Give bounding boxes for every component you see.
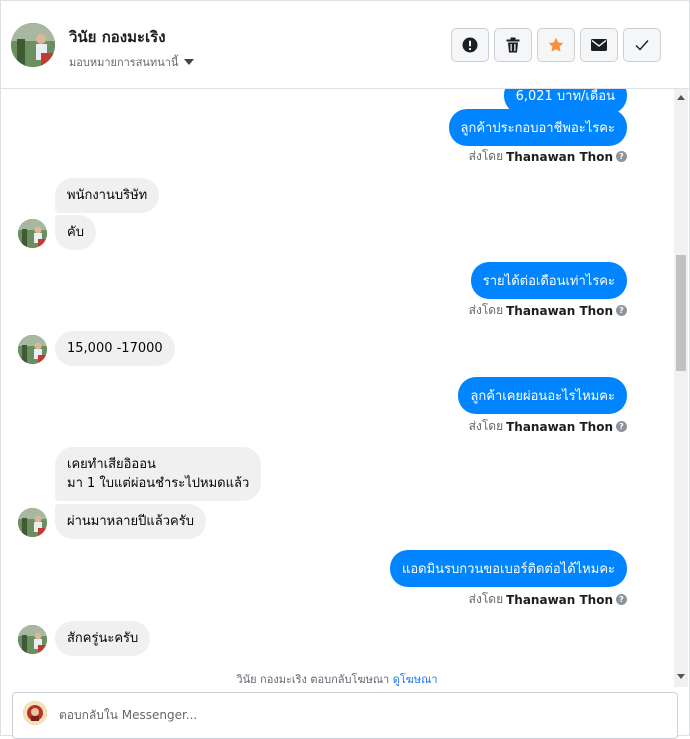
- contact-avatar-small[interactable]: [18, 219, 47, 248]
- help-icon[interactable]: ?: [616, 421, 627, 432]
- caret-down-icon: [184, 59, 195, 65]
- ad-reply-note: วินัย กองมะเริง ตอบกลับโฆษณา ดูโฆษณา: [236, 673, 438, 686]
- scrollbar-thumb[interactable]: [676, 255, 686, 371]
- delete-button[interactable]: [494, 28, 532, 62]
- inbox-conversation-panel: วินัย กองมะเริง มอบหมายการสนทนานี้ 6,021: [0, 0, 690, 739]
- agent-name: Thanawan Thon: [506, 419, 613, 434]
- sent-by-label: ส่งโดย Thanawan Thon ?: [469, 417, 627, 436]
- reply-composer: [12, 692, 678, 739]
- assign-label: มอบหมายการสนทนานี้: [69, 56, 179, 69]
- outgoing-message: รายได้ต่อเดือนเท่าไรคะ: [470, 262, 627, 299]
- agent-name: Thanawan Thon: [506, 303, 613, 318]
- sent-by-label: ส่งโดย Thanawan Thon ?: [469, 147, 627, 166]
- help-icon[interactable]: ?: [616, 594, 627, 605]
- scroll-down-arrow-icon[interactable]: [677, 674, 685, 679]
- scroll-up-arrow-icon[interactable]: [677, 95, 685, 100]
- done-button[interactable]: [623, 28, 661, 62]
- message-line: เคยทำเสียอิออน: [67, 457, 156, 472]
- contact-avatar-small[interactable]: [18, 335, 47, 364]
- envelope-icon: [591, 39, 607, 51]
- agent-name: Thanawan Thon: [506, 592, 613, 607]
- agent-name: Thanawan Thon: [506, 149, 613, 164]
- report-button[interactable]: [451, 28, 489, 62]
- star-button[interactable]: [537, 28, 575, 62]
- contact-name: วินัย กองมะเริง: [69, 28, 166, 46]
- conversation-header: วินัย กองมะเริง มอบหมายการสนทนานี้: [1, 1, 689, 89]
- view-ad-link[interactable]: ดูโฆษณา: [393, 673, 438, 686]
- incoming-message: พนักงานบริษัท: [55, 178, 160, 213]
- assign-conversation-dropdown[interactable]: มอบหมายการสนทนานี้: [69, 53, 195, 71]
- contact-avatar-small[interactable]: [18, 625, 47, 654]
- incoming-message: ผ่านมาหลายปีแล้วครับ: [55, 504, 206, 539]
- conversation-toolbar: [451, 28, 661, 62]
- incoming-message: 15,000 -17000: [55, 331, 175, 366]
- incoming-message: คับ: [55, 215, 96, 250]
- incoming-message: เคยทำเสียอิออน มา 1 ใบแต่ผ่อนชำระไปหมดแล…: [55, 447, 262, 501]
- contact-avatar[interactable]: [11, 23, 55, 67]
- help-icon[interactable]: ?: [616, 305, 627, 316]
- page-avatar: [23, 701, 47, 725]
- outgoing-message: แอดมินรบกวนขอเบอร์ติดต่อได้ไหมคะ: [389, 550, 627, 587]
- star-icon: [548, 37, 564, 52]
- message-thread: 6,021 บาท/เดือน ลูกค้าประกอบอาชีพอะไรคะ …: [1, 89, 673, 687]
- outgoing-message: ลูกค้าประกอบอาชีพอะไรคะ: [448, 109, 627, 146]
- alert-circle-icon: [462, 37, 478, 53]
- message-line: มา 1 ใบแต่ผ่อนชำระไปหมดแล้ว: [67, 476, 250, 491]
- thread-scrollbar[interactable]: [674, 89, 688, 687]
- sent-by-label: ส่งโดย Thanawan Thon ?: [469, 301, 627, 320]
- trash-icon: [506, 37, 520, 53]
- reply-input[interactable]: [57, 703, 661, 727]
- check-icon: [635, 40, 649, 51]
- sent-by-label: ส่งโดย Thanawan Thon ?: [469, 590, 627, 609]
- mark-unread-button[interactable]: [580, 28, 618, 62]
- contact-avatar-small[interactable]: [18, 508, 47, 537]
- incoming-message: สักครู่นะครับ: [55, 621, 151, 656]
- outgoing-message: ลูกค้าเคยผ่อนอะไรไหมคะ: [458, 377, 627, 414]
- help-icon[interactable]: ?: [616, 151, 627, 162]
